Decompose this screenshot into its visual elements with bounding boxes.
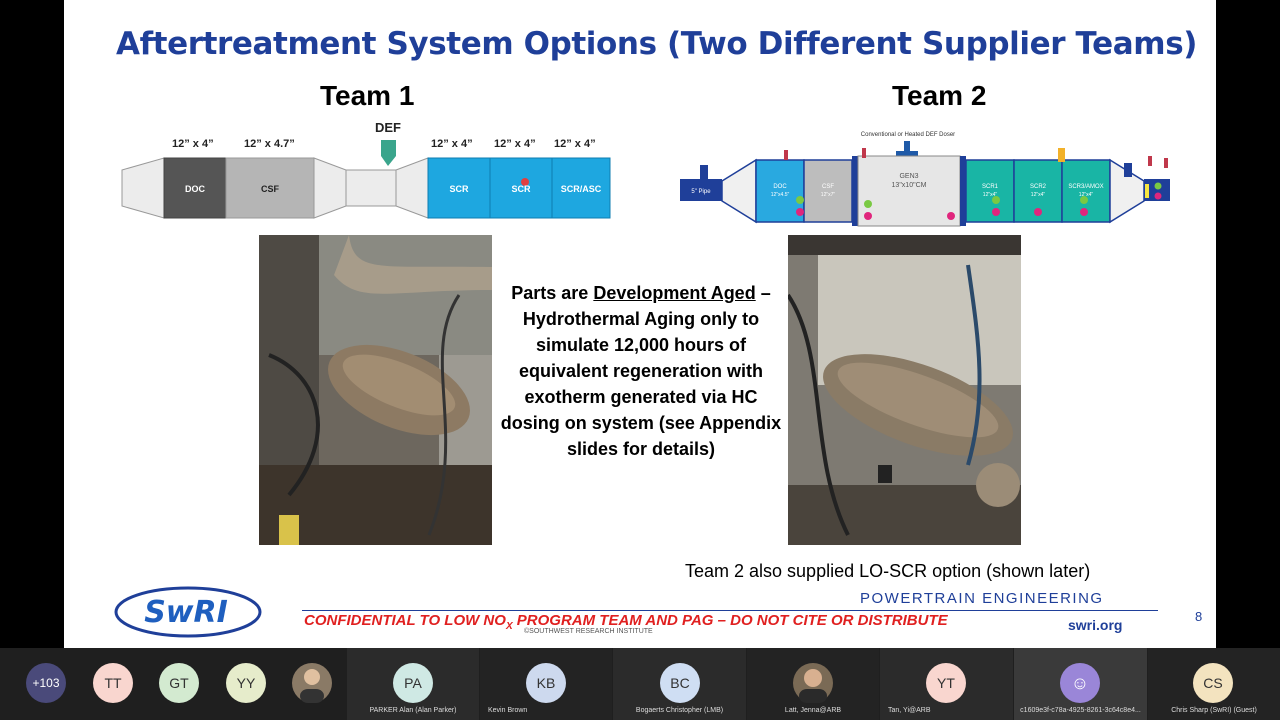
participant-name: Chris Sharp (SwRI) (Guest) bbox=[1171, 707, 1257, 714]
team2-aftertreatment-photo bbox=[788, 235, 1021, 545]
swri-logo: SwRI bbox=[114, 586, 262, 638]
mixer-pipe bbox=[345, 169, 397, 207]
participant-avatar: YT bbox=[926, 663, 966, 703]
team1-schematic: DEF DOC CSF SCR SCR SCR/ASC bbox=[121, 120, 611, 219]
sensor-dot-icon bbox=[1154, 182, 1162, 190]
participant-name: Latt, Jenna@ARB bbox=[784, 707, 842, 714]
team1-scr2-label: SCR bbox=[511, 184, 531, 194]
participant-avatar: KB bbox=[526, 663, 566, 703]
sensor-dot-icon bbox=[992, 196, 1000, 204]
sensor-dot-icon bbox=[1080, 208, 1088, 216]
team2-scr1-label: SCR1 bbox=[982, 184, 999, 190]
lo-scr-note: Team 2 also supplied LO-SCR option (show… bbox=[685, 561, 1091, 581]
inlet-cone bbox=[121, 157, 165, 219]
svg-text:12"x4": 12"x4" bbox=[1031, 192, 1046, 198]
division-label: POWERTRAIN ENGINEERING bbox=[860, 590, 1104, 607]
sensor-dot-icon bbox=[1154, 192, 1162, 200]
sensor-dot-icon bbox=[1080, 196, 1088, 204]
participant-photo-avatar[interactable] bbox=[292, 663, 332, 703]
team2-gen3-label: GEN3 bbox=[899, 173, 918, 180]
team1-aftertreatment-photo bbox=[259, 235, 492, 545]
sensor-dot-icon bbox=[992, 208, 1000, 216]
team2-doser-label: Conventional or Heated DEF Doser bbox=[861, 132, 955, 138]
mid-cone-2 bbox=[395, 157, 429, 219]
participant-name: Tan, Yi@ARB bbox=[888, 707, 931, 714]
sensor-dot-icon bbox=[796, 196, 804, 204]
participant-avatar[interactable]: GT bbox=[159, 663, 199, 703]
participant-avatar[interactable]: TT bbox=[93, 663, 133, 703]
participant-avatar: PA bbox=[393, 663, 433, 703]
def-injector-icon bbox=[381, 140, 396, 166]
participant-avatar: CS bbox=[1193, 663, 1233, 703]
team2-csf-brick bbox=[803, 159, 853, 223]
team1-def-label: DEF bbox=[375, 120, 401, 135]
team1-scrasc-label: SCR/ASC bbox=[561, 184, 602, 194]
sensor-dot-icon bbox=[864, 212, 872, 220]
page-number: 8 bbox=[1195, 609, 1203, 624]
participant-photo-avatar bbox=[793, 663, 833, 703]
sensor-dot-icon bbox=[864, 200, 872, 208]
team2-gen3-mixer bbox=[857, 155, 961, 227]
svg-text:13"x10"CM: 13"x10"CM bbox=[892, 182, 927, 189]
team1-csf-label: CSF bbox=[261, 184, 280, 194]
team1-scr1-label: SCR bbox=[449, 184, 469, 194]
participant-name: Kevin Brown bbox=[488, 707, 528, 714]
copyright: ©SOUTHWEST RESEARCH INSTITUTE bbox=[524, 628, 653, 635]
svg-text:12"x4.5": 12"x4.5" bbox=[771, 192, 790, 198]
team2-heading: Team 2 bbox=[892, 80, 987, 111]
team2-csf-label: CSF bbox=[822, 184, 834, 190]
sensor-dot-icon bbox=[1034, 208, 1042, 216]
sensor-dot-icon bbox=[947, 212, 955, 220]
participant-avatar[interactable]: YY bbox=[226, 663, 266, 703]
swri-url: swri.org bbox=[1068, 617, 1123, 633]
participant-avatar: BC bbox=[660, 663, 700, 703]
svg-text:12"x7": 12"x7" bbox=[821, 192, 836, 198]
participant-name: PARKER Alan (Alan Parker) bbox=[369, 707, 457, 714]
svg-text:SwRI: SwRI bbox=[144, 595, 228, 630]
team2-schematic: Conventional or Heated DEF Doser 5" Pipe… bbox=[680, 132, 1170, 227]
team2-scr3-label: SCR3/AMOX bbox=[1068, 184, 1103, 190]
team1-heading: Team 1 bbox=[320, 80, 415, 111]
footer-divider bbox=[302, 610, 1158, 611]
team2-scr2-label: SCR2 bbox=[1030, 184, 1047, 190]
participant-name: c1609e3f-c78a-4925-8261-3c64c8e4... bbox=[1020, 707, 1141, 714]
team2-doc-label: DOC bbox=[773, 184, 787, 190]
sensor-dot-icon bbox=[796, 208, 804, 216]
slide-title: Aftertreatment System Options (Two Diffe… bbox=[116, 26, 1198, 62]
mid-cone-1 bbox=[313, 157, 347, 219]
team2-pipe-label: 5" Pipe bbox=[691, 189, 711, 195]
team2-scr1-brick bbox=[965, 159, 1015, 223]
development-aged-note: Parts are Development Aged – Hydrotherma… bbox=[500, 283, 782, 459]
slide: Aftertreatment System Options (Two Diffe… bbox=[64, 0, 1216, 648]
more-participants-button[interactable]: +103 bbox=[26, 663, 66, 703]
participant-name: Bogaerts Christopher (LMB) bbox=[635, 707, 724, 714]
team1-doc-label: DOC bbox=[185, 184, 206, 194]
guest-user-icon: ☺ bbox=[1060, 663, 1100, 703]
